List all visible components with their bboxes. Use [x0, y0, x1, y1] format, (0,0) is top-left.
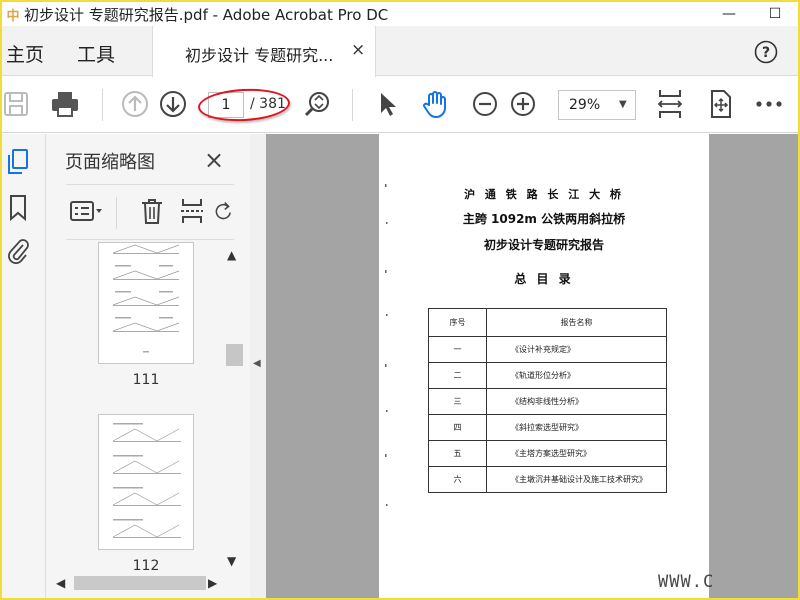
horizontal-scroll-thumb[interactable]: [74, 576, 206, 590]
table-cell: 《斜拉索选型研究》: [486, 414, 667, 441]
panel-tools-separator: [116, 197, 117, 229]
menu-tools[interactable]: 工具: [77, 40, 115, 67]
table-cell: 六: [428, 466, 487, 493]
app-logo-icon: 中: [6, 8, 20, 24]
attachment-icon[interactable]: [5, 236, 31, 264]
table-cell: 《结构非线性分析》: [486, 388, 667, 415]
document-heading-2: 主跨 1092m 公铁两用斜拉桥: [462, 212, 626, 226]
document-page: 沪 通 铁 路 长 江 大 桥 主跨 1092m 公铁两用斜拉桥 初步设计专题研…: [379, 134, 709, 598]
main-toolbar: 1 / 381 29% ▼: [2, 77, 798, 133]
title-bar: 中 初步设计 专题研究报告.pdf - Adobe Acrobat Pro DC…: [2, 2, 798, 26]
thumbnail-page-112[interactable]: [98, 414, 194, 550]
panel-title: 页面缩略图: [65, 152, 155, 173]
window-title: 初步设计 专题研究报告.pdf - Adobe Acrobat Pro DC: [24, 5, 389, 24]
restore-button[interactable]: ☐: [752, 2, 798, 26]
restore-icon: ☐: [768, 6, 782, 22]
svg-text:?: ?: [762, 45, 770, 61]
zoom-out-icon[interactable]: [470, 89, 500, 119]
find-zoom-icon[interactable]: [303, 89, 333, 119]
thumbnail-label-111: 111: [132, 372, 160, 388]
document-view[interactable]: 沪 通 铁 路 长 江 大 桥 主跨 1092m 公铁两用斜拉桥 初步设计专题研…: [266, 134, 798, 598]
previous-page-icon[interactable]: [120, 89, 150, 119]
zoom-in-icon[interactable]: [508, 89, 538, 119]
table-row: 四 《斜拉索选型研究》: [428, 414, 667, 441]
hand-tool-icon[interactable]: [420, 89, 450, 119]
table-cell: 二: [428, 362, 487, 389]
table-cell: 四: [428, 414, 487, 441]
vertical-scroll-thumb[interactable]: [226, 344, 243, 366]
scroll-left-icon[interactable]: ◀: [56, 576, 65, 590]
table-header-row: 序号 报告名称: [428, 308, 667, 337]
select-cursor-icon[interactable]: [372, 89, 402, 119]
toolbar-separator: [102, 89, 103, 121]
more-options-icon[interactable]: [754, 89, 784, 119]
full-screen-icon[interactable]: [706, 89, 736, 119]
table-cell: 一: [428, 336, 487, 363]
toolbar-separator: [352, 89, 353, 121]
table-cell: 五: [428, 440, 487, 467]
table-row: 五 《主塔方案选型研究》: [428, 440, 667, 467]
collapse-panel-icon[interactable]: ◀: [253, 358, 261, 369]
minimize-icon: —: [722, 6, 736, 22]
table-row: 六 《主墩沉井基础设计及施工技术研究》: [428, 466, 667, 493]
delete-page-icon[interactable]: [138, 197, 166, 225]
menu-tab-bar: 主页 工具 初步设计 专题研究... × ?: [2, 26, 798, 77]
page-thumbnails-icon[interactable]: [5, 148, 31, 176]
thumbnail-tools: [66, 184, 234, 240]
next-page-icon[interactable]: [158, 89, 188, 119]
print-icon[interactable]: [50, 89, 80, 119]
table-row: 三 《结构非线性分析》: [428, 388, 667, 415]
tab-document[interactable]: 初步设计 专题研究... ×: [152, 26, 376, 77]
insert-page-icon[interactable]: [178, 197, 206, 225]
scroll-right-icon[interactable]: ▶: [208, 576, 217, 590]
scroll-down-icon[interactable]: ▼: [227, 554, 236, 568]
thumbnail-label-112: 112: [132, 558, 160, 574]
site-watermark: WWW.C: [658, 572, 715, 592]
minimize-button[interactable]: —: [706, 2, 752, 26]
scroll-up-icon[interactable]: ▲: [227, 248, 236, 262]
thumbnail-options-icon[interactable]: [68, 197, 106, 225]
panel-collapse-strip: ◀: [250, 134, 266, 598]
table-cell: 《主塔方案选型研究》: [486, 440, 667, 467]
contents-table: 序号 报告名称 一 《设计补充规定》 二 《轨道形位分析》 三 《结构非线性分析…: [428, 308, 667, 493]
thumbnail-list: 111 112: [46, 242, 246, 574]
scan-specks: [385, 184, 388, 506]
fit-page-icon[interactable]: [655, 89, 685, 119]
panel-close-button[interactable]: ×: [204, 146, 224, 174]
help-icon[interactable]: ?: [754, 40, 778, 64]
document-heading-4: 总 目 录: [514, 272, 574, 286]
chevron-down-icon: ▼: [619, 99, 627, 110]
app-window: 中 初步设计 专题研究报告.pdf - Adobe Acrobat Pro DC…: [0, 0, 800, 600]
window-controls: — ☐: [706, 2, 798, 26]
table-row: 一 《设计补充规定》: [428, 336, 667, 363]
thumbnail-page-111[interactable]: [98, 242, 194, 364]
bookmark-icon[interactable]: [5, 194, 31, 222]
tab-close-button[interactable]: ×: [351, 40, 365, 60]
table-cell: 《轨道形位分析》: [486, 362, 667, 389]
menu-home[interactable]: 主页: [6, 40, 44, 67]
table-header-cell: 报告名称: [486, 308, 667, 337]
navigation-rail: [2, 134, 46, 598]
table-header-cell: 序号: [428, 308, 487, 337]
document-heading-1: 沪 通 铁 路 长 江 大 桥: [464, 188, 624, 201]
table-cell: 《设计补充规定》: [486, 336, 667, 363]
thumbnail-horizontal-scrollbar[interactable]: ◀ ▶: [54, 574, 222, 592]
zoom-select[interactable]: 29% ▼: [558, 90, 636, 120]
thumbnails-panel: 页面缩略图 × 111 112 ▲ ▼ ◀ ▶: [46, 134, 250, 598]
rotate-page-icon[interactable]: [214, 197, 234, 225]
thumbnail-vertical-scrollbar[interactable]: ▲ ▼: [222, 246, 243, 572]
tab-document-label: 初步设计 专题研究...: [185, 46, 334, 65]
zoom-value: 29%: [569, 97, 601, 113]
save-icon[interactable]: [2, 89, 32, 119]
table-row: 二 《轨道形位分析》: [428, 362, 667, 389]
table-cell: 《主墩沉井基础设计及施工技术研究》: [486, 466, 667, 493]
table-cell: 三: [428, 388, 487, 415]
document-heading-3: 初步设计专题研究报告: [483, 238, 604, 252]
